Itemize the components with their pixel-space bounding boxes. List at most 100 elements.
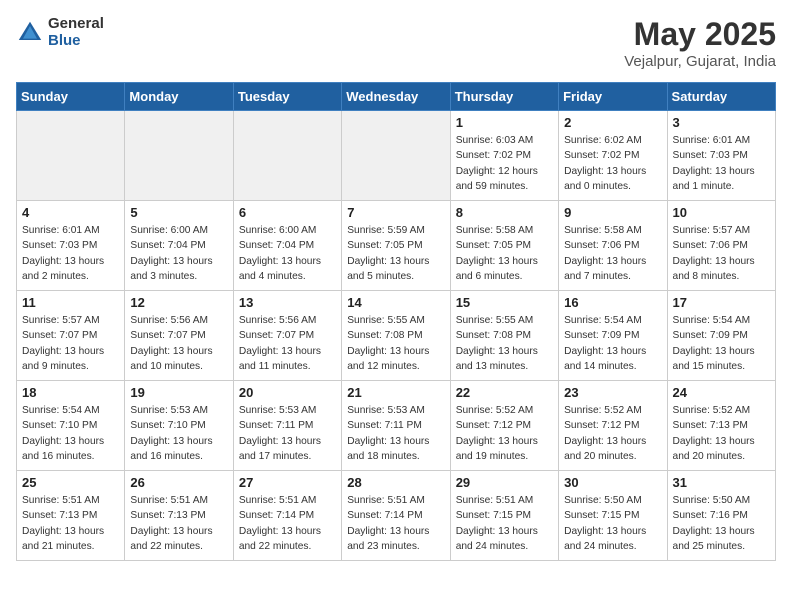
day-number: 6 bbox=[239, 205, 336, 220]
logo-text: General Blue bbox=[48, 16, 104, 49]
calendar-week-5: 25 Sunrise: 5:51 AMSunset: 7:13 PMDayligh… bbox=[17, 471, 776, 561]
day-number: 30 bbox=[564, 475, 661, 490]
day-number: 13 bbox=[239, 295, 336, 310]
day-info: Sunrise: 5:57 AMSunset: 7:06 PMDaylight:… bbox=[673, 223, 770, 284]
calendar-header-row: SundayMondayTuesdayWednesdayThursdayFrid… bbox=[17, 83, 776, 111]
header-monday: Monday bbox=[125, 83, 233, 111]
day-info: Sunrise: 5:51 AMSunset: 7:14 PMDaylight:… bbox=[239, 493, 336, 554]
day-info: Sunrise: 5:56 AMSunset: 7:07 PMDaylight:… bbox=[239, 313, 336, 374]
calendar-cell: 20 Sunrise: 5:53 AMSunset: 7:11 PMDayligh… bbox=[233, 381, 341, 471]
day-number: 29 bbox=[456, 475, 553, 490]
calendar-cell: 9 Sunrise: 5:58 AMSunset: 7:06 PMDaylight… bbox=[559, 201, 667, 291]
day-number: 16 bbox=[564, 295, 661, 310]
calendar-cell bbox=[17, 111, 125, 201]
day-info: Sunrise: 5:51 AMSunset: 7:15 PMDaylight:… bbox=[456, 493, 553, 554]
day-number: 31 bbox=[673, 475, 770, 490]
day-info: Sunrise: 5:54 AMSunset: 7:09 PMDaylight:… bbox=[564, 313, 661, 374]
calendar-cell: 16 Sunrise: 5:54 AMSunset: 7:09 PMDayligh… bbox=[559, 291, 667, 381]
calendar-cell: 10Sunrise: 5:57 AMSunset: 7:06 PMDayligh… bbox=[667, 201, 775, 291]
calendar-cell bbox=[342, 111, 450, 201]
day-number: 21 bbox=[347, 385, 444, 400]
calendar-week-1: 1 Sunrise: 6:03 AMSunset: 7:02 PMDaylight… bbox=[17, 111, 776, 201]
day-number: 27 bbox=[239, 475, 336, 490]
month-title: May 2025 bbox=[624, 16, 776, 53]
calendar-cell: 17Sunrise: 5:54 AMSunset: 7:09 PMDayligh… bbox=[667, 291, 775, 381]
logo: General Blue bbox=[16, 16, 104, 49]
calendar-cell: 11 Sunrise: 5:57 AMSunset: 7:07 PMDayligh… bbox=[17, 291, 125, 381]
calendar-cell bbox=[233, 111, 341, 201]
calendar-cell: 18 Sunrise: 5:54 AMSunset: 7:10 PMDayligh… bbox=[17, 381, 125, 471]
day-number: 2 bbox=[564, 115, 661, 130]
day-info: Sunrise: 5:53 AMSunset: 7:11 PMDaylight:… bbox=[239, 403, 336, 464]
day-info: Sunrise: 5:53 AMSunset: 7:10 PMDaylight:… bbox=[130, 403, 227, 464]
day-info: Sunrise: 6:03 AMSunset: 7:02 PMDaylight:… bbox=[456, 133, 553, 194]
day-number: 22 bbox=[456, 385, 553, 400]
day-info: Sunrise: 5:55 AMSunset: 7:08 PMDaylight:… bbox=[347, 313, 444, 374]
day-number: 20 bbox=[239, 385, 336, 400]
calendar-cell: 14 Sunrise: 5:55 AMSunset: 7:08 PMDayligh… bbox=[342, 291, 450, 381]
calendar-cell: 23 Sunrise: 5:52 AMSunset: 7:12 PMDayligh… bbox=[559, 381, 667, 471]
day-info: Sunrise: 6:00 AMSunset: 7:04 PMDaylight:… bbox=[130, 223, 227, 284]
day-info: Sunrise: 5:59 AMSunset: 7:05 PMDaylight:… bbox=[347, 223, 444, 284]
calendar-week-4: 18 Sunrise: 5:54 AMSunset: 7:10 PMDayligh… bbox=[17, 381, 776, 471]
calendar-cell: 25Sunrise: 5:51 AMSunset: 7:13 PMDayligh… bbox=[17, 471, 125, 561]
calendar-cell: 1 Sunrise: 6:03 AMSunset: 7:02 PMDaylight… bbox=[450, 111, 558, 201]
day-info: Sunrise: 5:51 AMSunset: 7:13 PMDaylight:… bbox=[130, 493, 227, 554]
calendar-cell: 8 Sunrise: 5:58 AMSunset: 7:05 PMDaylight… bbox=[450, 201, 558, 291]
day-info: Sunrise: 5:53 AMSunset: 7:11 PMDaylight:… bbox=[347, 403, 444, 464]
day-number: 5 bbox=[130, 205, 227, 220]
calendar-cell: 7Sunrise: 5:59 AMSunset: 7:05 PMDaylight… bbox=[342, 201, 450, 291]
day-info: Sunrise: 6:00 AMSunset: 7:04 PMDaylight:… bbox=[239, 223, 336, 284]
calendar-cell: 3Sunrise: 6:01 AMSunset: 7:03 PMDaylight… bbox=[667, 111, 775, 201]
day-info: Sunrise: 5:56 AMSunset: 7:07 PMDaylight:… bbox=[130, 313, 227, 374]
day-info: Sunrise: 5:52 AMSunset: 7:13 PMDaylight:… bbox=[673, 403, 770, 464]
logo-blue-text: Blue bbox=[48, 33, 104, 50]
logo-icon bbox=[16, 19, 44, 47]
day-number: 28 bbox=[347, 475, 444, 490]
day-number: 25 bbox=[22, 475, 119, 490]
day-number: 9 bbox=[564, 205, 661, 220]
day-number: 24 bbox=[673, 385, 770, 400]
day-info: Sunrise: 5:51 AMSunset: 7:14 PMDaylight:… bbox=[347, 493, 444, 554]
day-info: Sunrise: 6:01 AMSunset: 7:03 PMDaylight:… bbox=[22, 223, 119, 284]
day-number: 11 bbox=[22, 295, 119, 310]
day-info: Sunrise: 6:02 AMSunset: 7:02 PMDaylight:… bbox=[564, 133, 661, 194]
calendar-cell: 24 Sunrise: 5:52 AMSunset: 7:13 PMDayligh… bbox=[667, 381, 775, 471]
day-number: 1 bbox=[456, 115, 553, 130]
header-saturday: Saturday bbox=[667, 83, 775, 111]
day-info: Sunrise: 5:54 AMSunset: 7:10 PMDaylight:… bbox=[22, 403, 119, 464]
header-wednesday: Wednesday bbox=[342, 83, 450, 111]
day-info: Sunrise: 5:57 AMSunset: 7:07 PMDaylight:… bbox=[22, 313, 119, 374]
day-number: 4 bbox=[22, 205, 119, 220]
calendar-cell: 29 Sunrise: 5:51 AMSunset: 7:15 PMDayligh… bbox=[450, 471, 558, 561]
logo-general-text: General bbox=[48, 16, 104, 33]
calendar-cell: 15Sunrise: 5:55 AMSunset: 7:08 PMDayligh… bbox=[450, 291, 558, 381]
calendar-cell: 27 Sunrise: 5:51 AMSunset: 7:14 PMDayligh… bbox=[233, 471, 341, 561]
header-sunday: Sunday bbox=[17, 83, 125, 111]
day-info: Sunrise: 5:58 AMSunset: 7:05 PMDaylight:… bbox=[456, 223, 553, 284]
calendar-cell: 19 Sunrise: 5:53 AMSunset: 7:10 PMDayligh… bbox=[125, 381, 233, 471]
day-number: 18 bbox=[22, 385, 119, 400]
header-tuesday: Tuesday bbox=[233, 83, 341, 111]
calendar-table: SundayMondayTuesdayWednesdayThursdayFrid… bbox=[16, 82, 776, 561]
day-info: Sunrise: 5:58 AMSunset: 7:06 PMDaylight:… bbox=[564, 223, 661, 284]
calendar-cell: 12 Sunrise: 5:56 AMSunset: 7:07 PMDayligh… bbox=[125, 291, 233, 381]
day-info: Sunrise: 5:54 AMSunset: 7:09 PMDaylight:… bbox=[673, 313, 770, 374]
location-text: Vejalpur, Gujarat, India bbox=[624, 53, 776, 70]
day-number: 15 bbox=[456, 295, 553, 310]
day-number: 8 bbox=[456, 205, 553, 220]
day-info: Sunrise: 5:52 AMSunset: 7:12 PMDaylight:… bbox=[564, 403, 661, 464]
day-number: 23 bbox=[564, 385, 661, 400]
calendar-cell: 30Sunrise: 5:50 AMSunset: 7:15 PMDayligh… bbox=[559, 471, 667, 561]
header-thursday: Thursday bbox=[450, 83, 558, 111]
page-header: General Blue May 2025 Vejalpur, Gujarat,… bbox=[16, 16, 776, 70]
day-number: 14 bbox=[347, 295, 444, 310]
day-number: 12 bbox=[130, 295, 227, 310]
calendar-cell: 21 Sunrise: 5:53 AMSunset: 7:11 PMDayligh… bbox=[342, 381, 450, 471]
header-friday: Friday bbox=[559, 83, 667, 111]
day-number: 3 bbox=[673, 115, 770, 130]
calendar-cell: 26Sunrise: 5:51 AMSunset: 7:13 PMDayligh… bbox=[125, 471, 233, 561]
day-number: 19 bbox=[130, 385, 227, 400]
calendar-cell bbox=[125, 111, 233, 201]
calendar-cell: 2 Sunrise: 6:02 AMSunset: 7:02 PMDaylight… bbox=[559, 111, 667, 201]
